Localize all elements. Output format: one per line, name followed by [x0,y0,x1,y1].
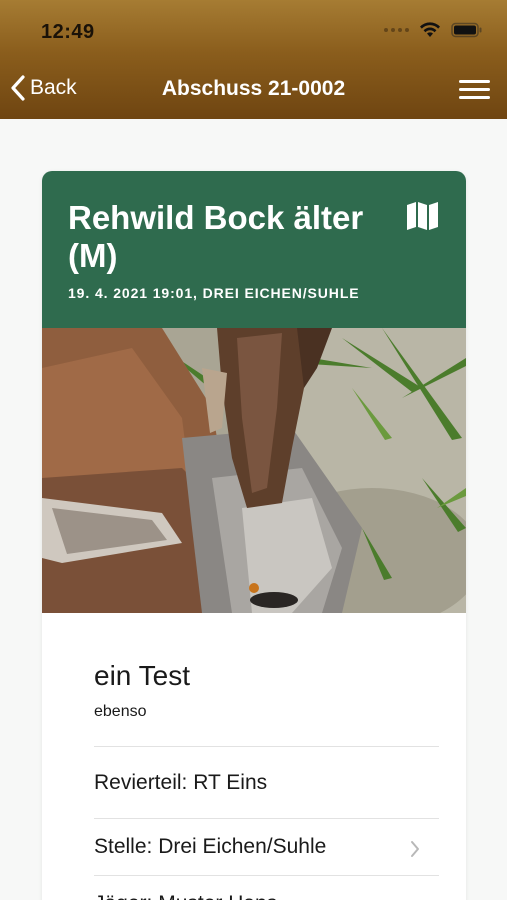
card-header: Rehwild Bock älter (M) 19. 4. 2021 19:01… [42,171,466,328]
back-button[interactable]: Back [10,74,77,102]
back-label: Back [30,76,77,99]
card-title: Rehwild Bock älter (M) [68,199,364,274]
deer-photo[interactable] [42,328,466,613]
chevron-left-icon [11,75,25,101]
divider [94,875,439,876]
hamburger-menu-icon[interactable] [459,79,491,101]
entry-title: ein Test [94,660,190,691]
harvest-card: Rehwild Bock älter (M) 19. 4. 2021 19:01… [42,171,466,900]
row-stelle-label: Stelle: Drei Eichen/Suhle [94,835,327,858]
row-jaeger: Jäger: Muster Hans [94,892,277,900]
map-icon[interactable] [406,201,440,236]
card-subtitle: 19. 4. 2021 19:01, DREI EICHEN/SUHLE [68,285,360,301]
row-stelle[interactable]: Stelle: Drei Eichen/Suhle [42,819,466,875]
navigation-header: 12:49 Back Abschuss 21-0002 [0,0,507,119]
wifi-icon [419,22,441,38]
row-revierteil: Revierteil: RT Eins [94,771,268,794]
divider [94,746,439,747]
chevron-right-icon [411,841,419,857]
battery-icon [451,22,483,38]
status-icons [384,22,483,38]
status-time: 12:49 [41,21,95,43]
cellular-signal-icon [384,28,409,32]
entry-description: ebenso [94,703,147,720]
